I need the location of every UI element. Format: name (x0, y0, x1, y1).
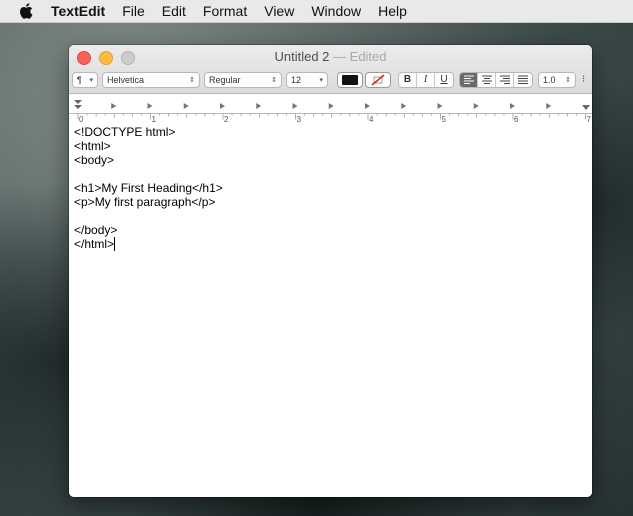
menu-window[interactable]: Window (311, 3, 361, 19)
menu-app-name[interactable]: TextEdit (51, 3, 105, 19)
font-size-value: 12 (291, 74, 302, 85)
menu-edit[interactable]: Edit (162, 3, 186, 19)
menu-file[interactable]: File (122, 3, 145, 19)
title-bar[interactable]: Untitled 2 — Edited ¶ ▾ Helvetica ⇕ Regu… (69, 45, 592, 94)
text-line: <html> (74, 139, 111, 153)
tab-stop-icon[interactable] (365, 103, 370, 109)
align-left-icon[interactable] (460, 72, 478, 87)
align-justify-icon[interactable] (514, 73, 532, 87)
line-spacing-popup[interactable]: 1.0 ⇕ (538, 71, 576, 88)
tab-stop-icon[interactable] (473, 103, 479, 109)
edited-indicator: — Edited (333, 49, 387, 64)
highlight-color-well[interactable] (365, 71, 391, 88)
textedit-window: Untitled 2 — Edited ¶ ▾ Helvetica ⇕ Regu… (69, 45, 592, 497)
italic-button[interactable]: I (417, 72, 435, 87)
document-text-area[interactable]: <!DOCTYPE html> <html> <body> <h1>My First … (69, 124, 592, 497)
tab-stop-icon[interactable] (220, 103, 225, 109)
stepper-arrows-icon: ⇕ (565, 76, 571, 84)
right-indent-marker-icon[interactable] (582, 105, 590, 110)
alignment-buttons (459, 71, 533, 88)
menu-bar: TextEdit File Edit Format View Window He… (0, 0, 633, 23)
text-line: <p>My first paragraph</p> (74, 195, 216, 209)
font-style-popup[interactable]: Regular ⇕ (204, 71, 282, 88)
align-right-icon[interactable] (496, 72, 514, 87)
font-size-combo[interactable]: 12 ▾ (286, 71, 328, 88)
align-center-icon[interactable] (478, 72, 496, 87)
text-color-swatch (342, 74, 358, 85)
menu-view[interactable]: View (264, 3, 294, 19)
tab-stop-icon[interactable] (546, 103, 552, 109)
window-title: Untitled 2 — Edited (69, 49, 592, 64)
ruler-number: 6 (514, 115, 519, 124)
line-spacing-value: 1.0 (543, 74, 556, 85)
no-highlight-icon (371, 73, 385, 86)
text-cursor (114, 237, 116, 251)
tab-stop-icon[interactable] (437, 103, 443, 109)
stepper-arrows-icon: ⇕ (189, 76, 195, 84)
tab-stop-icon[interactable] (111, 103, 117, 109)
document-name: Untitled 2 (274, 49, 330, 64)
text-line: <h1>My First Heading</h1> (74, 181, 223, 195)
format-toolbar: ¶ ▾ Helvetica ⇕ Regular ⇕ 12 ▾ B I U 1.0… (72, 70, 585, 89)
tab-stop-icon[interactable] (183, 103, 189, 109)
tab-stop-icon[interactable] (401, 103, 407, 109)
chevron-down-icon: ▾ (89, 76, 93, 84)
ruler-number: 5 (442, 115, 447, 124)
font-family-value: Helvetica (107, 74, 145, 85)
tab-stop-icon[interactable] (510, 103, 515, 109)
text-line (74, 167, 587, 181)
tab-stop-icon[interactable] (328, 103, 334, 109)
underline-button[interactable]: U (435, 73, 453, 87)
ruler-number: 2 (224, 115, 229, 124)
apple-logo-icon[interactable] (17, 2, 35, 20)
ruler-number: 3 (297, 115, 302, 124)
font-family-popup[interactable]: Helvetica ⇕ (102, 71, 200, 88)
paragraph-style-popup[interactable]: ¶ ▾ (72, 71, 98, 88)
ruler-number: 0 (79, 115, 84, 124)
text-line (74, 209, 587, 223)
menu-help[interactable]: Help (378, 3, 407, 19)
paragraph-style-label: ¶ (77, 74, 82, 85)
ruler-number: 4 (369, 115, 374, 124)
text-line: <body> (74, 153, 115, 167)
ruler-number: 7 (587, 115, 592, 124)
bold-button[interactable]: B (399, 72, 417, 87)
text-line: </body> (74, 223, 118, 237)
left-indent-marker-icon[interactable] (74, 100, 82, 109)
font-style-value: Regular (209, 74, 241, 85)
chevron-down-icon: ▾ (319, 76, 323, 84)
text-line: <!DOCTYPE html> (74, 125, 176, 139)
tab-stop-icon[interactable] (256, 103, 262, 109)
list-bullets-icon[interactable]: ⁝ (582, 74, 585, 85)
text-color-well[interactable] (337, 71, 363, 88)
menu-format[interactable]: Format (203, 3, 247, 19)
tab-stop-icon[interactable] (292, 103, 298, 109)
ruler-number: 1 (152, 115, 157, 124)
text-style-buttons: B I U (398, 71, 454, 88)
tab-stop-icon[interactable] (147, 103, 153, 109)
stepper-arrows-icon: ⇕ (271, 76, 277, 84)
text-line: </html> (74, 237, 116, 251)
ruler-scale: 0 1 2 3 4 5 6 7 (69, 100, 592, 124)
ruler[interactable]: 0 1 2 3 4 5 6 7 (69, 94, 592, 125)
